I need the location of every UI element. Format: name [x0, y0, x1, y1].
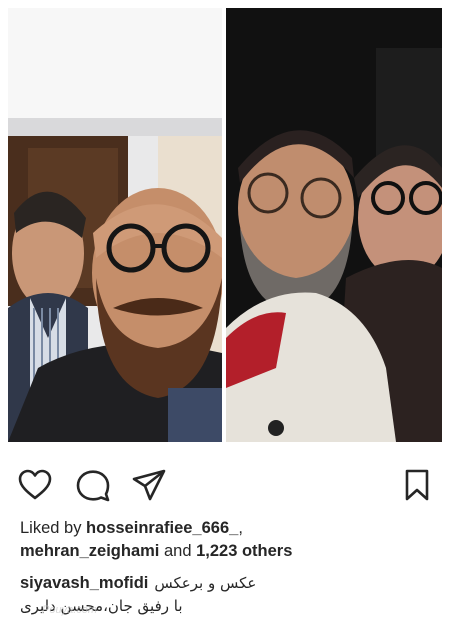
bookmark-icon[interactable]	[398, 466, 436, 504]
liked-by-user-link[interactable]: mehran_zeighami	[20, 542, 159, 560]
left-selfie-photo	[8, 8, 222, 442]
likes-summary: Liked by hosseinrafiee_666_, mehran_zeig…	[20, 517, 440, 563]
likes-comma: ,	[238, 519, 243, 537]
watermark-text: Pouya.com	[42, 604, 98, 616]
caption-text-line1: عکس و برعکس	[154, 574, 257, 592]
comment-bubble-icon[interactable]	[74, 466, 112, 504]
heart-icon[interactable]	[16, 466, 54, 504]
right-selfie-photo	[226, 8, 442, 442]
post-actions-bar	[0, 462, 450, 508]
likes-and-text: and	[159, 542, 197, 560]
liked-by-user-link[interactable]: hosseinrafiee_666_	[86, 519, 238, 537]
liked-by-prefix: Liked by	[20, 519, 87, 537]
paper-plane-icon[interactable]	[130, 466, 168, 504]
likes-count-link[interactable]: 1,223 others	[196, 542, 292, 560]
post-image[interactable]	[0, 0, 450, 450]
caption-username-link[interactable]: siyavash_mofidi	[20, 572, 148, 595]
